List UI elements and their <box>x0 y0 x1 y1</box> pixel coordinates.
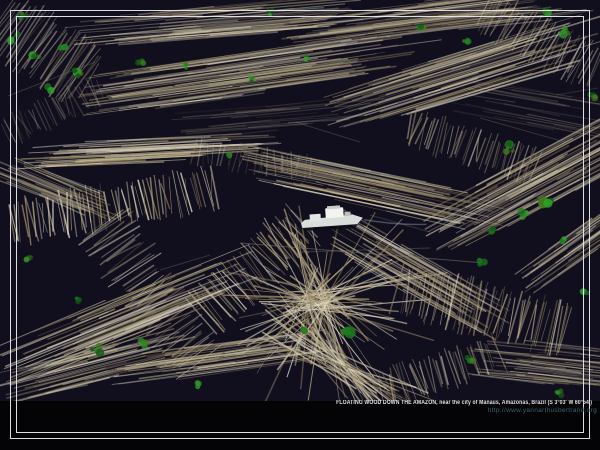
boat-aft-structure <box>309 214 320 222</box>
boat-bow-deck <box>344 212 350 216</box>
desktop-wallpaper: FLOATING WOOD DOWN THE AMAZON, near the … <box>0 0 600 450</box>
bottom-black-band <box>0 401 600 450</box>
aerial-photo-floating-logs <box>0 0 600 450</box>
